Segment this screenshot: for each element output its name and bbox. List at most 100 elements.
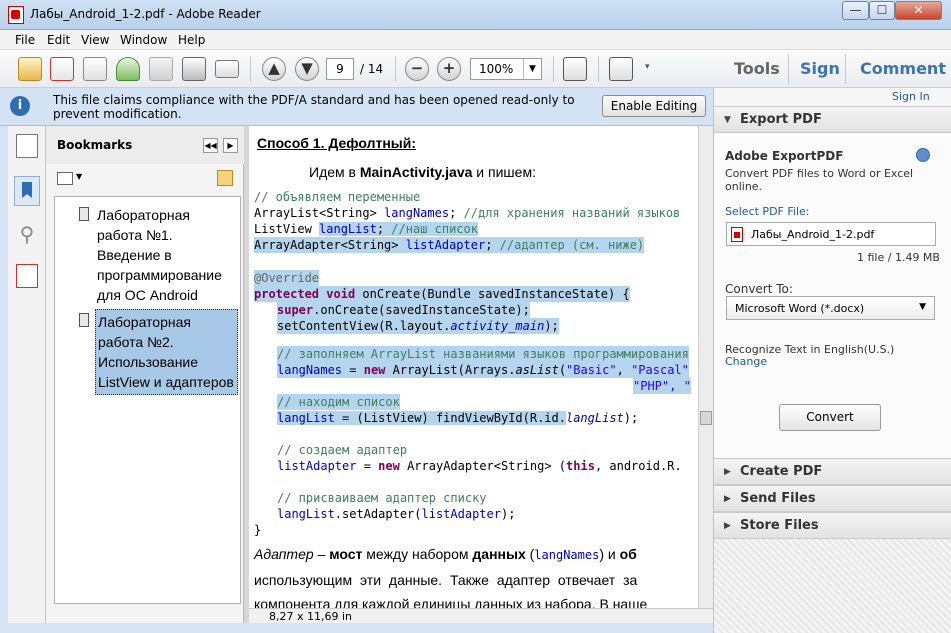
toolbar-overflow-icon[interactable]: ▾: [645, 62, 657, 86]
bookmark-item-lab1[interactable]: Лабораторная работа №1. Введение в прогр…: [55, 203, 240, 305]
store-files-title: Store Files: [740, 518, 819, 533]
code-line: @Override: [254, 270, 320, 286]
code-line: // находим список: [277, 394, 400, 410]
toolbar-separator: [788, 54, 789, 84]
previous-page-icon[interactable]: ▲: [262, 57, 286, 81]
convert-to-select[interactable]: Microsoft Word (*.docx) ▼: [726, 296, 935, 320]
tools-link[interactable]: Tools: [734, 59, 780, 78]
page-total: / 14: [360, 62, 384, 76]
document-view[interactable]: Способ 1. Дефолтный: Идем в MainActivity…: [249, 126, 698, 608]
navigation-rail: ⚲: [8, 126, 46, 623]
toolbar-separator: [845, 54, 846, 84]
zoom-in-icon[interactable]: +: [437, 57, 461, 81]
close-button[interactable]: ✕: [895, 1, 942, 20]
comment-link[interactable]: Comment: [860, 59, 946, 78]
code-line: ArrayList<String> langNames; //для хране…: [254, 206, 681, 220]
bookmarks-title: Bookmarks: [57, 138, 133, 152]
menu-view[interactable]: View: [81, 33, 109, 47]
zoom-value: 100%: [479, 62, 514, 76]
chevron-right-icon: ▶: [724, 521, 731, 531]
page-thumbnails-icon[interactable]: [16, 134, 38, 158]
chevron-down-icon[interactable]: ▼: [76, 172, 82, 181]
enable-editing-button[interactable]: Enable Editing: [602, 95, 706, 117]
bookmarks-panel: Bookmarks ◀◀ ▶ ▼ Лабораторная работа №1.…: [46, 126, 244, 623]
bookmark-item-lab2[interactable]: Лабораторная работа №2. Использование Li…: [55, 309, 240, 411]
minimize-button[interactable]: —: [842, 1, 869, 20]
document-scrollbar[interactable]: [698, 126, 713, 608]
doc-paragraph: использующим эти данные. Также адаптер о…: [254, 572, 638, 588]
bookmarks-icon[interactable]: [14, 176, 40, 206]
bookmark-label: Лабораторная работа №2. Использование Li…: [95, 309, 238, 395]
zoom-out-icon[interactable]: −: [405, 57, 429, 81]
select-file-label: Select PDF File:: [725, 205, 810, 218]
code-line: listAdapter = new ArrayAdapter<String> (…: [277, 459, 682, 473]
menu-window[interactable]: Window: [120, 33, 167, 47]
chevron-down-icon: ▼: [724, 115, 731, 125]
upload-cloud-icon[interactable]: [116, 57, 140, 81]
scrollbar-thumb[interactable]: [700, 411, 712, 425]
bookmark-icon: [79, 207, 89, 221]
tools-pane-empty-area: [714, 539, 951, 633]
convert-to-value: Microsoft Word (*.docx): [735, 302, 865, 315]
fit-page-icon[interactable]: [563, 57, 587, 81]
code-line: // заполняем ArrayList названиями языков…: [277, 346, 689, 362]
code-line: "PHP", ": [633, 378, 691, 394]
save-icon[interactable]: [149, 57, 173, 81]
store-files-section[interactable]: ▶ Store Files: [714, 512, 951, 539]
attachments-icon[interactable]: ⚲: [16, 222, 38, 246]
exportpdf-heading: Adobe ExportPDF: [725, 149, 844, 163]
code-line: ArrayAdapter<String> listAdapter; //адап…: [254, 237, 645, 253]
send-files-section[interactable]: ▶ Send Files: [714, 485, 951, 512]
send-files-title: Send Files: [740, 491, 816, 506]
bookmarks-header: Bookmarks ◀◀ ▶: [46, 126, 244, 164]
export-pdf-section[interactable]: ▼ Export PDF: [714, 106, 951, 133]
menu-help[interactable]: Help: [178, 33, 205, 47]
selected-file-box[interactable]: Лабы_Android_1-2.pdf: [726, 222, 936, 246]
zoom-select[interactable]: 100% ▼: [470, 58, 542, 80]
code-line: super.onCreate(savedInstanceState);: [277, 302, 530, 318]
maximize-button[interactable]: ☐: [869, 1, 895, 20]
menu-file[interactable]: File: [15, 33, 35, 47]
collapse-panel-icon[interactable]: ◀◀: [203, 138, 218, 153]
menu-edit[interactable]: Edit: [47, 33, 70, 47]
panel-next-icon[interactable]: ▶: [223, 138, 238, 153]
full-screen-icon[interactable]: [609, 57, 633, 81]
next-page-icon[interactable]: ▼: [295, 57, 319, 81]
doc-paragraph: Адаптер – мост между набором данных (lan…: [254, 546, 637, 562]
bookmark-icon: [79, 313, 89, 327]
doc-intro: Идем в MainActivity.java и пишем:: [309, 164, 536, 180]
print-icon[interactable]: [182, 57, 206, 81]
bookmark-label: Лабораторная работа №1. Введение в прогр…: [97, 207, 222, 303]
edit-sign-icon[interactable]: [83, 57, 107, 81]
chevron-down-icon[interactable]: ▼: [523, 59, 541, 79]
exportpdf-icon: [916, 148, 930, 162]
convert-button[interactable]: Convert: [779, 404, 881, 431]
info-icon: i: [10, 96, 30, 116]
code-line: ListView langList; //наш список: [254, 222, 478, 236]
change-language-link[interactable]: Change: [725, 355, 767, 368]
status-bar: 8,27 x 11,69 in: [249, 608, 713, 623]
create-pdf-section[interactable]: ▶ Create PDF: [714, 458, 951, 485]
title-bar: Лабы_Android_1-2.pdf - Adobe Reader — ☐ …: [0, 0, 951, 30]
pdf-file-icon: [731, 227, 743, 242]
selected-file-name: Лабы_Android_1-2.pdf: [751, 228, 875, 241]
page-number-input[interactable]: 9: [326, 58, 354, 80]
chevron-down-icon: ▼: [919, 302, 926, 312]
expand-bookmark-icon[interactable]: [217, 170, 233, 186]
sign-link[interactable]: Sign: [800, 59, 840, 78]
exportpdf-description: Convert PDF files to Word or Excel onlin…: [725, 167, 914, 193]
bookmark-options-icon[interactable]: [57, 172, 73, 185]
signatures-icon[interactable]: [16, 264, 38, 288]
code-line: // объявляем переменные: [254, 190, 421, 204]
create-pdf-icon[interactable]: [50, 57, 74, 81]
open-file-icon[interactable]: [18, 57, 42, 81]
sign-in-link[interactable]: Sign In: [892, 90, 930, 103]
bookmarks-list: Лабораторная работа №1. Введение в прогр…: [54, 196, 241, 604]
create-pdf-title: Create PDF: [740, 464, 823, 479]
toolbar-separator: [395, 56, 396, 82]
email-icon[interactable]: [215, 60, 239, 78]
code-line: // создаем адаптер: [277, 443, 408, 457]
doc-paragraph: компонента для каждой единицы данных из …: [254, 596, 648, 608]
adobe-reader-app-icon: [8, 6, 24, 24]
code-line: protected void onCreate(Bundle savedInst…: [254, 286, 630, 302]
